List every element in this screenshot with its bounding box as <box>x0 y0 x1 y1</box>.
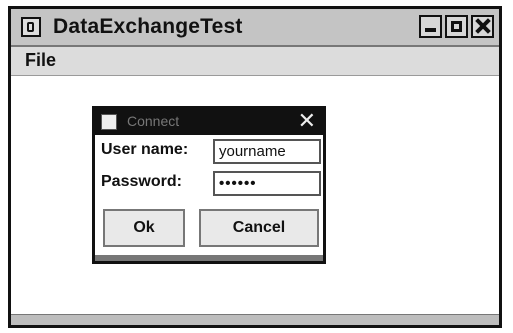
cancel-button[interactable]: Cancel <box>199 209 319 247</box>
username-label: User name: <box>101 141 189 158</box>
menu-file[interactable]: File <box>25 50 56 71</box>
password-label: Password: <box>101 173 182 190</box>
window-bottom-edge <box>11 314 499 325</box>
maximize-icon[interactable] <box>445 15 468 38</box>
dialog-bottom-edge <box>95 255 323 261</box>
username-field[interactable]: yourname <box>213 139 321 164</box>
minimize-icon[interactable] <box>419 15 442 38</box>
window-titlebar[interactable]: DataExchangeTest <box>11 9 499 47</box>
dialog-titlebar[interactable]: Connect ✕ <box>95 109 323 135</box>
java-app-icon <box>21 17 41 37</box>
window-title: DataExchangeTest <box>53 15 243 38</box>
dialog-title: Connect <box>127 113 180 129</box>
close-icon[interactable] <box>471 15 494 38</box>
dialog-close-icon[interactable]: ✕ <box>298 110 316 132</box>
ok-button[interactable]: Ok <box>103 209 185 247</box>
java-app-icon <box>101 114 117 130</box>
menu-bar: File <box>11 47 499 76</box>
password-field[interactable]: •••••• <box>213 171 321 196</box>
connect-dialog: Connect ✕ User name: yourname Password: … <box>92 106 326 264</box>
